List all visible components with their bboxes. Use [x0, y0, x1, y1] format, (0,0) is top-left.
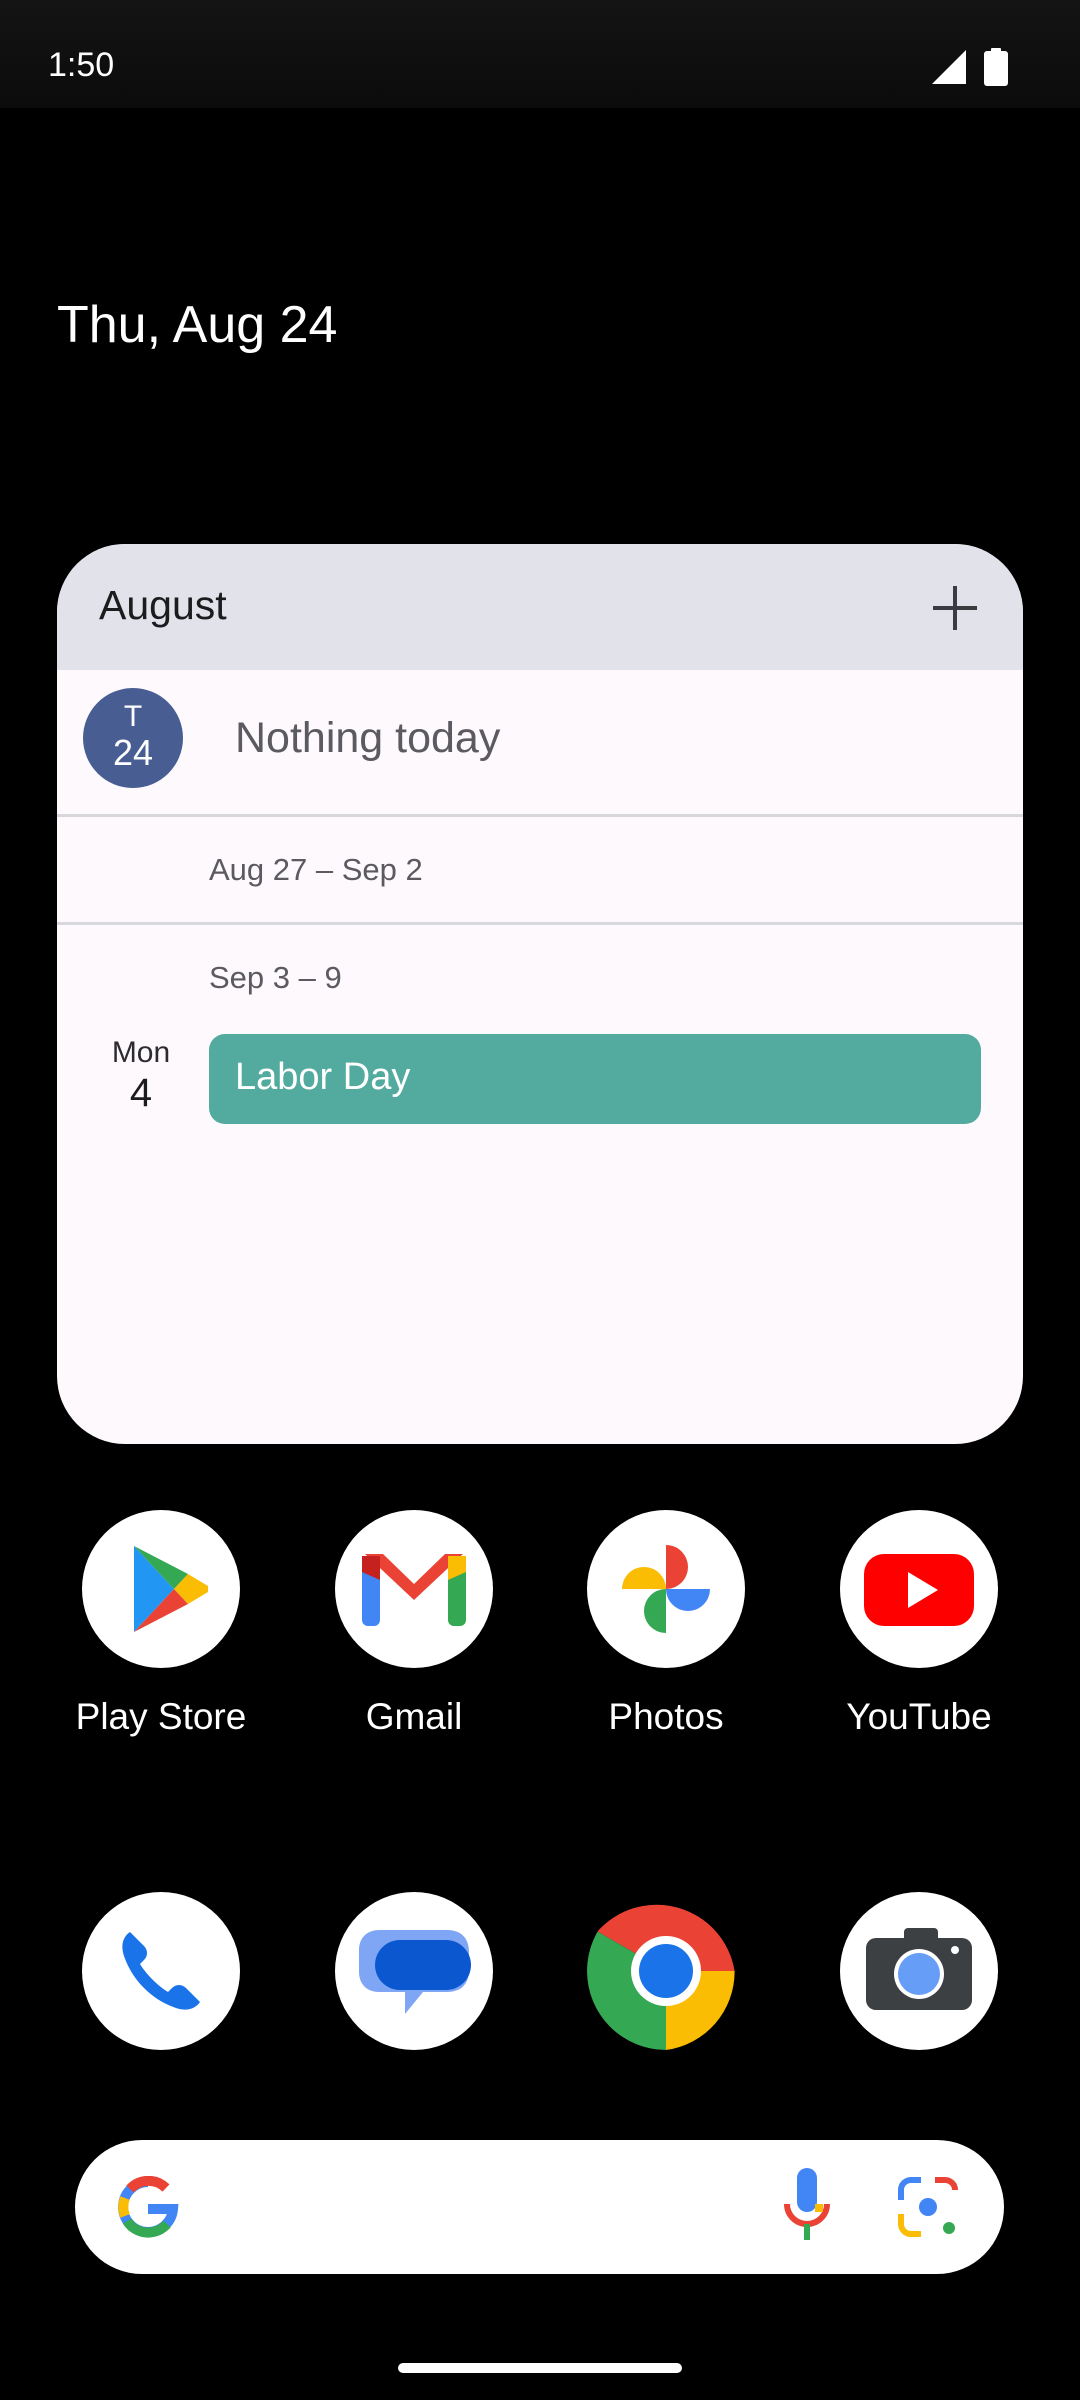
event-title: Labor Day	[235, 1056, 411, 1098]
dock-camera[interactable]	[793, 1892, 1045, 2050]
divider	[57, 922, 1023, 925]
google-icon	[118, 2176, 179, 2238]
app-label: Gmail	[365, 1696, 463, 1737]
phone-icon	[82, 1892, 240, 2050]
event-day-of-week: Mon	[111, 1036, 171, 1069]
camera-icon	[840, 1892, 998, 2050]
event-chip-labor-day[interactable]: Labor Day	[209, 1034, 981, 1124]
messages-icon	[335, 1892, 493, 2050]
status-bar: 1:50	[0, 0, 1080, 108]
add-event-icon[interactable]	[927, 580, 983, 636]
microphone-icon[interactable]	[779, 2168, 835, 2246]
chrome-icon	[587, 1892, 745, 2050]
cell-signal-icon	[932, 50, 966, 84]
dock-chrome[interactable]	[540, 1892, 792, 2050]
nothing-today-text[interactable]: Nothing today	[235, 714, 500, 763]
lens-icon[interactable]	[895, 2174, 961, 2240]
calendar-header: August	[57, 544, 1023, 670]
week-range: Sep 3 – 9	[209, 960, 342, 995]
gmail-icon	[335, 1510, 493, 1668]
app-play-store[interactable]: Play Store	[35, 1510, 287, 1738]
youtube-icon	[840, 1510, 998, 1668]
app-youtube[interactable]: YouTube	[793, 1510, 1045, 1738]
dock-messages[interactable]	[288, 1892, 540, 2050]
app-gmail[interactable]: Gmail	[288, 1510, 540, 1738]
calendar-widget[interactable]: August T 24 Nothing today Aug 27 – Sep 2…	[57, 544, 1023, 1444]
battery-icon	[984, 48, 1008, 86]
app-label: Photos	[608, 1696, 724, 1737]
today-day-letter: T	[123, 700, 143, 733]
event-day-of-month: 4	[129, 1071, 153, 1115]
today-badge[interactable]: T 24	[83, 688, 183, 788]
app-label: YouTube	[846, 1696, 992, 1737]
navigation-handle[interactable]	[398, 2363, 682, 2373]
app-photos[interactable]: Photos	[540, 1510, 792, 1738]
calendar-month[interactable]: August	[99, 582, 227, 629]
photos-icon	[587, 1510, 745, 1668]
google-search-bar[interactable]	[75, 2140, 1004, 2274]
dock-phone[interactable]	[35, 1892, 287, 2050]
status-time: 1:50	[48, 46, 115, 84]
divider	[57, 814, 1023, 817]
week-range: Aug 27 – Sep 2	[209, 852, 423, 887]
event-date: Mon 4	[91, 1036, 191, 1116]
home-date[interactable]: Thu, Aug 24	[57, 295, 337, 355]
play-store-icon	[82, 1510, 240, 1668]
app-label: Play Store	[75, 1696, 247, 1737]
today-day-number: 24	[112, 732, 154, 773]
